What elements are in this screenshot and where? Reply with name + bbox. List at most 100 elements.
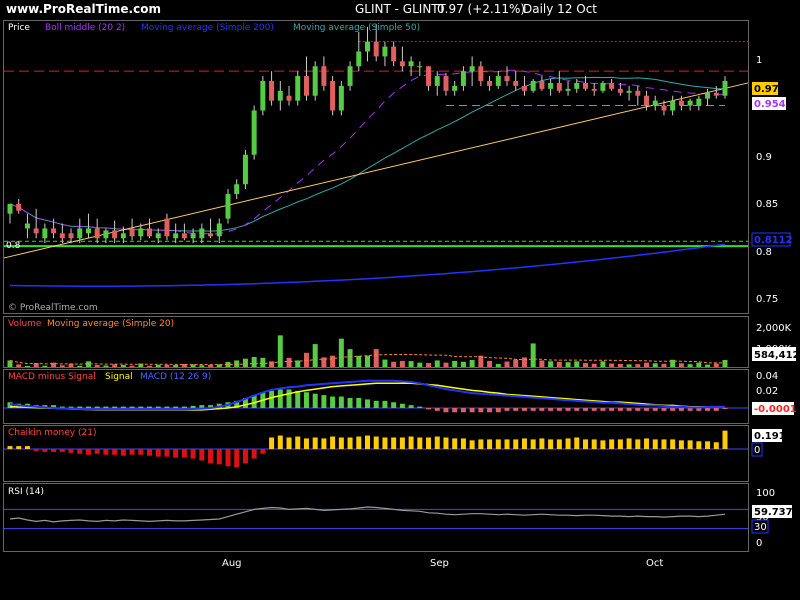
candle-body: [426, 66, 432, 86]
candle-body: [85, 228, 91, 234]
macd-hist-bar: [173, 406, 179, 408]
volume-bar: [652, 363, 658, 367]
macd-hist-bar: [164, 406, 170, 408]
rsi-tick-100: 100: [756, 488, 775, 499]
volume-bar: [356, 355, 362, 367]
macd-hist-bar: [321, 395, 327, 408]
candle-body: [408, 61, 414, 67]
macd-hist-bar: [94, 406, 100, 408]
chaikin-bar: [225, 449, 231, 467]
macd-hist-bar: [487, 408, 493, 413]
volume-bar: [164, 364, 170, 367]
chaikin-bar: [33, 449, 39, 451]
chaikin-bar: [260, 449, 266, 454]
candle-body: [460, 71, 466, 86]
candle-body: [661, 105, 667, 111]
volume-bar: [42, 365, 48, 367]
legend-ma200: Moving average (Simple 200): [141, 23, 274, 33]
volume-bar: [591, 363, 597, 367]
price-badge-ma200: 0.8112: [754, 235, 793, 246]
macd-hist-bar: [617, 408, 623, 411]
chaikin-bar: [373, 436, 379, 449]
chaikin-bar: [295, 436, 301, 449]
macd-hist-bar: [504, 408, 510, 411]
legend-macd: MACD (12 26 9): [140, 372, 211, 382]
quote-text: 0.97 (+2.11%): [437, 2, 525, 16]
chaikin-bar: [164, 449, 170, 457]
volume-bar: [399, 360, 405, 367]
candle-body: [347, 66, 353, 86]
chaikin-bar: [338, 437, 344, 449]
chaikin-bar: [190, 449, 196, 459]
macd-hist-bar: [120, 406, 126, 408]
volume-bar: [452, 360, 458, 367]
volume-bar: [338, 338, 344, 367]
volume-bar: [556, 361, 562, 367]
candle-body: [199, 228, 205, 239]
macd-hist-bar: [103, 406, 109, 408]
volume-bar: [94, 365, 100, 367]
candle-body: [94, 228, 100, 239]
volume-bar: [495, 363, 501, 367]
candle-body: [269, 80, 275, 101]
volume-bar: [661, 363, 667, 367]
chaikin-bar: [42, 449, 48, 452]
candle-body: [556, 82, 562, 91]
chaikin-bar: [722, 430, 728, 449]
volume-bar: [574, 361, 580, 367]
chaikin-bar: [696, 441, 702, 449]
macd-hist-bar: [678, 408, 684, 411]
candle-body: [487, 80, 493, 86]
candle-body: [478, 66, 484, 81]
macd-hist-bar: [591, 408, 597, 411]
chaikin-bar: [495, 439, 501, 449]
volume-bar: [365, 355, 370, 367]
chaikin-bar: [469, 440, 475, 449]
chaikin-bar: [312, 437, 318, 449]
candle-body: [77, 228, 83, 239]
price-badge-boll: 0.954: [754, 99, 786, 110]
chaikin-bar: [661, 439, 667, 449]
chaikin-bar: [120, 449, 126, 456]
volume-bar: [120, 365, 126, 367]
chaikin-bar: [591, 439, 597, 449]
volume-bar: [417, 362, 423, 367]
legend-rsi: RSI (14): [8, 487, 44, 497]
macd-hist-bar: [539, 408, 545, 411]
chaikin-bar: [617, 439, 623, 449]
volume-bar: [234, 360, 240, 367]
volume-bar: [242, 358, 248, 367]
chaikin-bar: [652, 439, 658, 449]
chaikin-bar: [173, 449, 179, 458]
candle-body: [120, 233, 126, 239]
candle-body: [443, 76, 449, 91]
chaikin-bar: [234, 449, 240, 468]
volume-bar: [478, 355, 484, 367]
chaikin-bar: [626, 438, 632, 449]
legend-signal: Signal: [105, 372, 133, 382]
rsi-badge-30: 30: [754, 522, 767, 533]
volume-bar: [303, 352, 309, 367]
candle-body: [251, 110, 257, 155]
legend-ma50: Moving average (Simple 50): [293, 23, 420, 33]
volume-bar: [609, 363, 615, 367]
candle-body: [155, 233, 161, 239]
chaikin-bar: [408, 436, 414, 449]
chaikin-bar: [452, 438, 458, 449]
chaikin-bar: [417, 437, 423, 449]
site-name[interactable]: www.ProRealTime.com: [6, 2, 161, 16]
chaikin-bar: [539, 438, 545, 449]
candle-body: [59, 233, 65, 239]
macd-hist-bar: [147, 406, 153, 408]
candle-body: [678, 100, 684, 106]
candle-body: [42, 228, 48, 239]
candle-body: [696, 98, 702, 106]
candle-body: [356, 51, 362, 67]
price-tick-0-85: 0.85: [756, 199, 778, 210]
macd-hist-bar: [478, 408, 484, 413]
volume-bar: [7, 360, 13, 367]
volume-bar: [112, 364, 118, 367]
volume-bar: [147, 365, 153, 367]
macd-hist-bar: [469, 408, 475, 413]
volume-bar: [382, 359, 388, 367]
